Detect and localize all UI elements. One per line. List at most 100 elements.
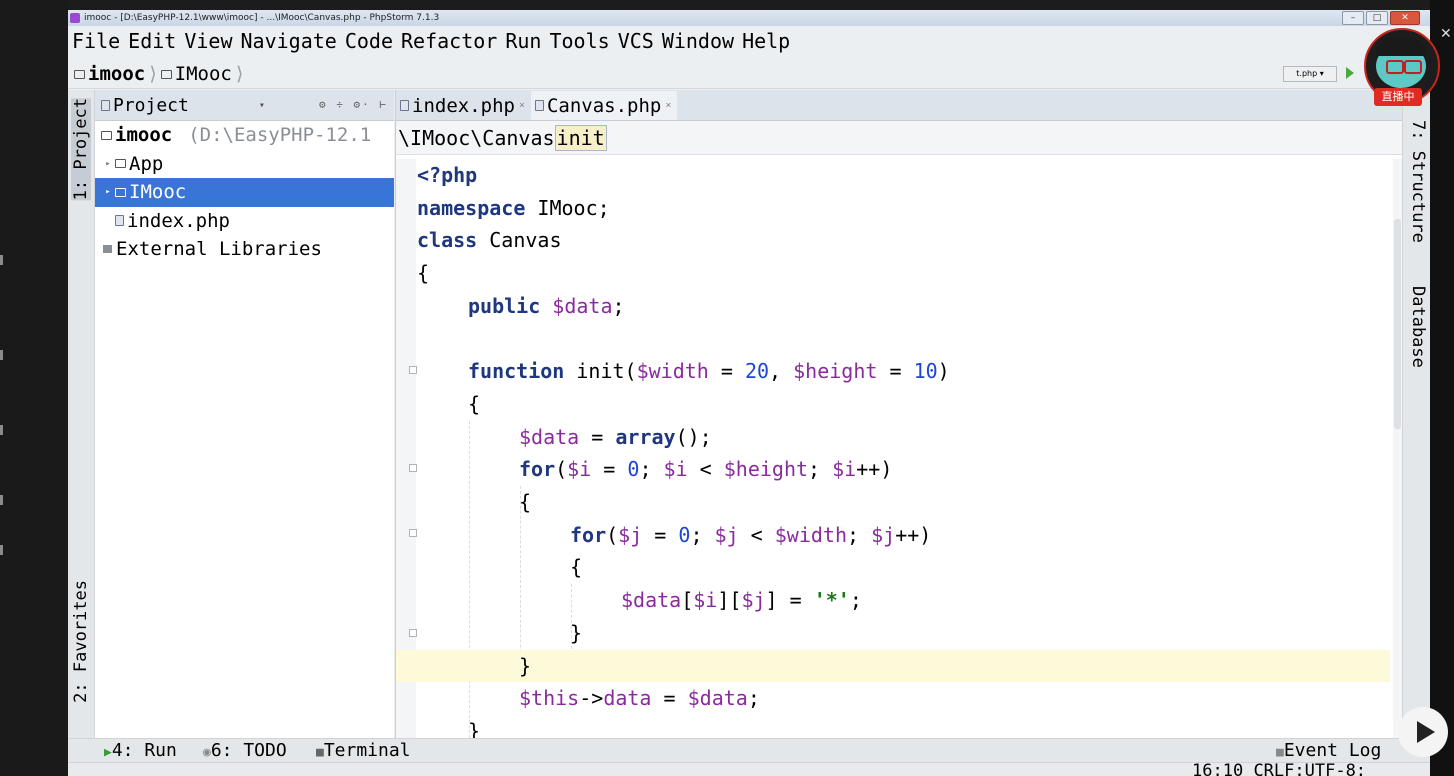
run-icon[interactable] xyxy=(1346,67,1354,79)
project-panel-header: Project ▾ ⚙ ÷ ⚙· ⊢ xyxy=(95,90,394,121)
menu-bar: File Edit View Navigate Code Refactor Ru… xyxy=(68,27,1430,55)
tool-terminal[interactable]: ■Terminal xyxy=(316,740,411,761)
tree-item-index-php[interactable]: index.php xyxy=(95,207,394,236)
tree-item-external-libraries[interactable]: External Libraries xyxy=(95,235,394,264)
tab-project[interactable]: 1: Project xyxy=(71,98,91,201)
play-icon xyxy=(1417,721,1435,743)
tab-favorites[interactable]: 2: Favorites xyxy=(71,580,91,703)
window-title: imooc - [D:\EasyPHP-12.1\www\imooc] - ..… xyxy=(84,13,440,23)
indent-guide xyxy=(469,421,470,748)
tab-index-php[interactable]: index.php × xyxy=(396,91,531,120)
code-line-16-current: } xyxy=(396,649,1390,683)
tab-canvas-php[interactable]: Canvas.php × xyxy=(530,91,678,120)
code-line-9: $data = array(); xyxy=(519,424,712,449)
close-overlay-icon[interactable]: ✕ xyxy=(1440,26,1452,42)
menu-refactor[interactable]: Refactor xyxy=(401,29,497,53)
tool-run[interactable]: ▶4: Run xyxy=(104,740,177,761)
avatar-hair xyxy=(1376,38,1426,56)
php-file-icon xyxy=(534,100,544,111)
library-icon xyxy=(103,245,112,254)
code-line-2: namespace IMooc; xyxy=(417,195,610,220)
fold-marker-icon[interactable] xyxy=(409,529,417,537)
menu-run[interactable]: Run xyxy=(505,29,541,53)
expand-arrow-icon[interactable]: ▸ xyxy=(101,159,115,169)
chevron-down-icon[interactable]: ▾ xyxy=(259,100,265,111)
breadcrumb-class[interactable]: \IMooc\Canvas xyxy=(398,126,555,150)
play-button[interactable] xyxy=(1398,707,1448,757)
panel-settings-icons[interactable]: ⚙ ÷ ⚙· ⊢ xyxy=(319,90,388,120)
rail-marker xyxy=(0,255,3,265)
project-header-label[interactable]: Project xyxy=(113,95,189,116)
tool-event-log[interactable]: ■Event Log xyxy=(1276,740,1381,761)
navigation-bar: imooc ⟩ IMooc ⟩ t.php ▾ xyxy=(68,60,1430,89)
menu-navigate[interactable]: Navigate xyxy=(241,29,337,53)
menu-file[interactable]: File xyxy=(72,29,120,53)
menu-view[interactable]: View xyxy=(184,29,232,53)
folder-icon xyxy=(115,187,126,197)
scrollbar-thumb[interactable] xyxy=(1394,219,1401,429)
menu-edit[interactable]: Edit xyxy=(128,29,176,53)
project-icon xyxy=(101,99,110,111)
close-icon[interactable]: × xyxy=(665,100,671,111)
project-panel: Project ▾ ⚙ ÷ ⚙· ⊢ imooc (D:\EasyPHP-12.… xyxy=(95,90,394,748)
ide-window: imooc - [D:\EasyPHP-12.1\www\imooc] - ..… xyxy=(68,10,1430,776)
code-line-5: public $data; xyxy=(468,293,625,318)
nav-crumb-folder[interactable]: IMooc xyxy=(160,63,232,85)
code-line-15: } xyxy=(570,620,583,645)
code-area[interactable]: <?php namespace IMooc; class Canvas { pu… xyxy=(396,159,1390,748)
title-bar: imooc - [D:\EasyPHP-12.1\www\imooc] - ..… xyxy=(68,10,1430,26)
close-icon[interactable]: × xyxy=(519,100,525,111)
video-right-rail xyxy=(1430,0,1454,776)
maximize-button[interactable]: □ xyxy=(1366,11,1388,25)
avatar-glasses xyxy=(1404,60,1422,74)
close-window-button[interactable]: ✕ xyxy=(1390,11,1420,25)
avatar-glasses xyxy=(1386,60,1404,74)
code-line-11: { xyxy=(519,490,532,514)
nav-separator: ⟩ xyxy=(233,63,246,85)
todo-icon: ◉ xyxy=(203,745,211,760)
fold-marker-icon[interactable] xyxy=(409,366,417,374)
status-info[interactable]: 16:10 CRLF:UTF-8: xyxy=(1192,763,1366,776)
menu-help[interactable]: Help xyxy=(742,29,790,53)
terminal-icon: ■ xyxy=(316,745,324,760)
tab-structure[interactable]: 7: Structure xyxy=(1408,120,1428,243)
code-line-12: for($j = 0; $j < $width; $j++) xyxy=(570,522,932,547)
code-line-17: $this->data = $data; xyxy=(519,686,760,711)
code-line-4: { xyxy=(417,261,430,286)
code-line-1: <?php xyxy=(417,163,478,187)
editor-tabs: index.php × Canvas.php × xyxy=(396,90,1402,121)
menu-vcs[interactable]: VCS xyxy=(618,29,654,53)
menu-tools[interactable]: Tools xyxy=(549,29,609,53)
live-badge: 直播中 xyxy=(1374,88,1422,106)
file-encoding[interactable]: UTF-8: xyxy=(1305,763,1366,776)
fold-marker-icon[interactable] xyxy=(409,464,417,472)
menu-code[interactable]: Code xyxy=(345,29,393,53)
menu-window[interactable]: Window xyxy=(662,29,734,53)
event-log-icon: ■ xyxy=(1276,745,1284,760)
tree-item-imooc[interactable]: imooc (D:\EasyPHP-12.1 xyxy=(95,121,394,150)
code-line-7: function init($width = 20, $height = 10) xyxy=(468,359,950,384)
rail-marker xyxy=(0,425,3,435)
run-config-select[interactable]: t.php ▾ xyxy=(1283,66,1337,82)
caret-position[interactable]: 16:10 xyxy=(1192,763,1243,776)
tab-database[interactable]: Database xyxy=(1408,286,1428,368)
code-line-8: { xyxy=(468,391,481,416)
tool-todo[interactable]: ◉6: TODO xyxy=(203,740,287,761)
php-file-icon xyxy=(115,215,124,227)
code-line-10: for($i = 0; $i < $height; $i++) xyxy=(519,457,893,482)
fold-marker-icon[interactable] xyxy=(409,629,417,637)
rail-marker xyxy=(0,545,3,555)
bottom-tool-bar: ▶4: Run ◉6: TODO ■Terminal ■Event Log xyxy=(68,738,1430,763)
expand-arrow-icon[interactable]: ▸ xyxy=(101,187,115,197)
line-separator[interactable]: CRLF: xyxy=(1253,763,1304,776)
tree-item-app[interactable]: ▸ App xyxy=(95,150,394,179)
nav-crumb-root[interactable]: imooc xyxy=(68,63,145,85)
rail-marker xyxy=(0,495,3,505)
breadcrumb-method[interactable]: init xyxy=(554,124,607,151)
editor-vertical-scrollbar[interactable] xyxy=(1393,159,1402,748)
folder-icon xyxy=(101,130,112,140)
tree-item-imooc-folder[interactable]: ▸ IMooc xyxy=(95,178,394,207)
phpstorm-icon xyxy=(70,13,80,23)
left-tool-strip: 1: Project 2: Favorites xyxy=(68,90,95,748)
minimize-button[interactable]: – xyxy=(1342,11,1364,25)
